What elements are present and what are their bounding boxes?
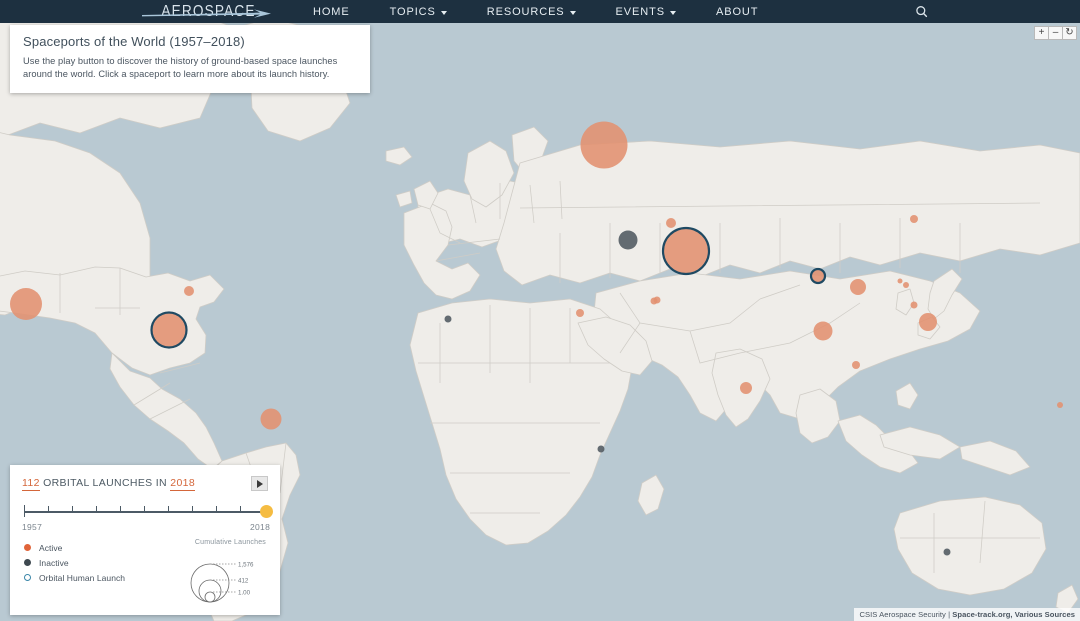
- human-launch-marker-icon: [24, 574, 31, 581]
- year-slider-track[interactable]: [24, 511, 267, 513]
- size-legend: Cumulative Launches 1,576 412 1.00: [172, 539, 268, 603]
- spaceport-marker-cape-canaveral[interactable]: [150, 311, 188, 349]
- zoom-in-button[interactable]: +: [1034, 26, 1049, 40]
- spaceport-marker-woomera[interactable]: [943, 548, 951, 556]
- spaceport-marker-baikonur[interactable]: [661, 226, 711, 276]
- spaceport-marker-vandenberg[interactable]: [10, 288, 42, 320]
- spaceport-marker-naro[interactable]: [903, 282, 909, 288]
- site-logo-text: AEROSPACE: [161, 2, 257, 20]
- active-marker-icon: [24, 544, 31, 551]
- slider-tick: [240, 506, 242, 512]
- year-slider[interactable]: 1957 2018: [22, 504, 273, 532]
- slider-tick: [48, 506, 50, 512]
- spaceport-marker-jiuquan[interactable]: [809, 267, 827, 285]
- slider-tick: [96, 506, 98, 512]
- launch-count-value: 112: [22, 477, 40, 491]
- map-attribution: CSIS Aerospace Security | Space-track.or…: [853, 608, 1080, 621]
- search-icon[interactable]: [913, 4, 931, 20]
- legend-header: 112 ORBITAL LAUNCHES IN 2018: [22, 476, 268, 491]
- spaceport-marker-sohae[interactable]: [897, 278, 903, 284]
- size-legend-label-small: 1.00: [238, 590, 251, 597]
- launch-count-title: 112 ORBITAL LAUNCHES IN 2018: [22, 476, 196, 491]
- play-icon: [257, 479, 263, 488]
- play-button[interactable]: [251, 476, 268, 491]
- slider-tick: [192, 506, 194, 512]
- nav-item-topics-label: TOPICS: [389, 5, 436, 18]
- attribution-source: Space-track.org, Various Sources: [952, 610, 1075, 619]
- legend-key-list: Active Inactive Orbital Human Launch: [22, 540, 172, 585]
- zoom-out-button[interactable]: –: [1048, 26, 1063, 40]
- nav-item-events-label: EVENTS: [615, 5, 665, 18]
- nav-item-events[interactable]: EVENTS: [596, 6, 696, 18]
- reset-view-button[interactable]: ↻: [1062, 26, 1077, 40]
- inactive-marker-icon: [24, 559, 31, 566]
- spaceport-marker-uchinoura[interactable]: [910, 301, 918, 309]
- primary-nav: HOME TOPICS RESOURCES EVENTS ABOUT: [293, 6, 778, 18]
- map-zoom-controls: + – ↻: [1034, 26, 1077, 40]
- legend-item-human-launch-label: Orbital Human Launch: [39, 572, 126, 583]
- spaceport-marker-hammaguir[interactable]: [444, 315, 452, 323]
- year-slider-handle[interactable]: [260, 505, 273, 518]
- info-card-title: Spaceports of the World (1957–2018): [23, 34, 245, 49]
- nav-item-home-label: HOME: [313, 5, 350, 18]
- slider-tick: [72, 506, 74, 512]
- spaceport-marker-svobodny[interactable]: [910, 215, 918, 223]
- slider-tick: [168, 506, 170, 512]
- spaceport-marker-palmachim[interactable]: [576, 309, 584, 317]
- chevron-down-icon: [440, 10, 447, 15]
- nav-item-resources[interactable]: RESOURCES: [467, 6, 596, 18]
- spaceport-marker-semnan[interactable]: [650, 297, 658, 305]
- legend-lower: Active Inactive Orbital Human Launch Cum…: [22, 539, 268, 603]
- site-logo[interactable]: AEROSPACE: [142, 0, 273, 23]
- spaceport-marker-san-marco[interactable]: [597, 445, 605, 453]
- spaceport-marker-tanegashima[interactable]: [919, 313, 937, 331]
- legend-item-active[interactable]: Active: [22, 540, 172, 555]
- launch-count-mid: ORBITAL LAUNCHES IN: [39, 477, 171, 489]
- size-legend-title: Cumulative Launches: [194, 539, 266, 546]
- spaceports-map-app: AEROSPACE HOME TOPICS RESOURCES EVENTS A…: [0, 0, 1080, 621]
- chevron-down-icon: [669, 10, 676, 15]
- site-navbar: AEROSPACE HOME TOPICS RESOURCES EVENTS A…: [0, 0, 1080, 23]
- slider-tick: [216, 506, 218, 512]
- launch-year-value: 2018: [170, 477, 196, 491]
- nav-item-resources-label: RESOURCES: [486, 5, 565, 18]
- size-legend-label-large: 1,576: [238, 562, 254, 569]
- slider-tick: [120, 506, 122, 512]
- nav-item-topics[interactable]: TOPICS: [370, 6, 467, 18]
- legend-item-inactive-label: Inactive: [39, 557, 69, 568]
- spaceport-marker-kourou[interactable]: [260, 408, 282, 430]
- spaceport-marker-wenchang[interactable]: [852, 361, 860, 369]
- legend-item-active-label: Active: [39, 542, 63, 553]
- size-legend-circles: 1,576 412 1.00: [190, 562, 254, 603]
- spaceport-marker-kwajalein[interactable]: [1057, 402, 1063, 408]
- spaceport-marker-kapustin-yar[interactable]: [618, 230, 638, 250]
- spaceport-marker-plesetsk[interactable]: [580, 121, 628, 169]
- spaceport-marker-xichang[interactable]: [813, 321, 833, 341]
- slider-tick: [144, 506, 146, 512]
- slider-min-label: 1957: [22, 522, 43, 532]
- nav-item-about[interactable]: ABOUT: [696, 6, 778, 18]
- attribution-prefix: CSIS Aerospace Security |: [859, 610, 953, 619]
- legend-item-inactive[interactable]: Inactive: [22, 555, 172, 570]
- chevron-down-icon: [569, 10, 576, 15]
- nav-item-home[interactable]: HOME: [293, 6, 370, 18]
- spaceport-marker-sriharikota[interactable]: [740, 382, 752, 394]
- legend-panel: 112 ORBITAL LAUNCHES IN 2018 1957 2018 A…: [10, 465, 280, 615]
- nav-item-about-label: ABOUT: [715, 5, 759, 18]
- size-legend-label-mid: 412: [238, 578, 249, 585]
- spaceport-marker-orenburg-site[interactable]: [666, 218, 676, 228]
- info-card: Spaceports of the World (1957–2018) Use …: [10, 25, 370, 93]
- slider-tick: [24, 505, 26, 517]
- spaceport-marker-taiyuan[interactable]: [850, 279, 866, 295]
- info-card-body: Use the play button to discover the hist…: [23, 56, 338, 80]
- legend-item-human-launch[interactable]: Orbital Human Launch: [22, 570, 172, 585]
- slider-max-label: 2018: [250, 522, 271, 532]
- spaceport-marker-wallops[interactable]: [184, 286, 194, 296]
